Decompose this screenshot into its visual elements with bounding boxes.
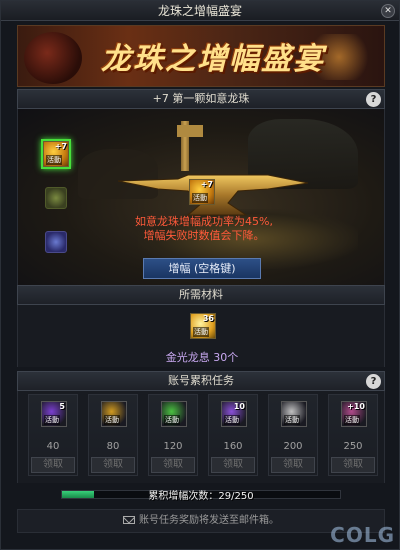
reward-badge: +10 <box>347 402 365 411</box>
materials-title: 所需材料 <box>179 288 223 301</box>
event-tag: 活動 <box>164 415 180 425</box>
task-reward-4: 10 活動 160 领取 <box>208 394 258 476</box>
task-reward-2: 活動 80 领取 <box>88 394 138 476</box>
reward-icon[interactable]: 活動 <box>281 401 307 427</box>
success-rate-text: 如意龙珠增幅成功率为45%, 增幅失败时数值会下降。 <box>119 215 289 243</box>
claim-button[interactable]: 领取 <box>31 457 75 473</box>
help-icon[interactable]: ? <box>366 92 381 107</box>
anvil-item-icon: +7 活動 <box>189 179 215 205</box>
required-count: 250 <box>343 441 363 452</box>
item-level: +7 <box>200 180 213 189</box>
event-tag: 活動 <box>192 193 208 203</box>
title-bar[interactable]: 龙珠之增幅盛宴 ✕ <box>1 1 399 21</box>
event-tag: 活動 <box>344 415 360 425</box>
claim-button[interactable]: 领取 <box>211 457 255 473</box>
event-tag: 活動 <box>104 415 120 425</box>
site-watermark: COLG <box>330 523 395 547</box>
mail-notice-text: 账号任务奖励将发送至邮件箱。 <box>139 515 279 526</box>
success-rate-line: 如意龙珠增幅成功率为45%, <box>135 215 273 228</box>
material-name: 金光龙息 30个 <box>165 351 239 364</box>
equipped-item-slot[interactable]: +7 活動 <box>41 139 71 169</box>
claim-button[interactable]: 领取 <box>91 457 135 473</box>
hammer-head <box>177 125 203 137</box>
locked-slot-icon[interactable] <box>45 187 67 209</box>
material-count-badge: 36 <box>202 314 214 323</box>
required-count: 120 <box>163 441 183 452</box>
dragon-emblem-image <box>24 32 82 84</box>
required-count: 200 <box>283 441 303 452</box>
reward-icon[interactable]: 活動 <box>161 401 187 427</box>
dragon-orb-icon: +7 活動 <box>43 141 69 167</box>
reward-badge: 5 <box>59 402 65 411</box>
progress-text: 累积增幅次数：29/250 <box>148 491 254 502</box>
event-tag: 活動 <box>224 415 240 425</box>
item-level: +7 <box>54 142 67 151</box>
event-tag: 活動 <box>46 155 62 165</box>
current-item-header: +7 第一颗如意龙珠 ? <box>17 89 385 109</box>
reward-icon[interactable]: 10 活動 <box>221 401 247 427</box>
help-icon[interactable]: ? <box>366 374 381 389</box>
required-count: 80 <box>106 441 120 452</box>
locked-slot-icon[interactable] <box>45 231 67 253</box>
account-tasks-panel: 5 活動 40 领取 活動 80 领取 活動 120 领取 10 活動 160 … <box>17 391 385 483</box>
reward-badge: 10 <box>233 402 245 411</box>
window-title: 龙珠之增幅盛宴 <box>157 4 242 18</box>
event-tag: 活動 <box>284 415 300 425</box>
enhance-button[interactable]: 增幅 (空格键) <box>143 258 261 279</box>
enhancement-event-window: 龙珠之增幅盛宴 ✕ 龙珠之增幅盛宴 +7 第一颗如意龙珠 ? +7 活動 +7 … <box>0 0 400 550</box>
mail-icon <box>123 516 135 524</box>
task-reward-3: 活動 120 领取 <box>148 394 198 476</box>
required-count: 40 <box>46 441 60 452</box>
materials-header: 所需材料 <box>17 285 385 305</box>
failure-warning-line: 增幅失败时数值会下降。 <box>143 229 265 242</box>
tasks-title: 账号累积任务 <box>168 374 234 387</box>
claim-button[interactable]: 领取 <box>271 457 315 473</box>
reward-icon[interactable]: 5 活動 <box>41 401 67 427</box>
close-button[interactable]: ✕ <box>381 4 395 18</box>
reward-icon[interactable]: 活動 <box>101 401 127 427</box>
claim-button[interactable]: 领取 <box>331 457 375 473</box>
event-tag: 活動 <box>193 327 209 337</box>
golden-breath-icon[interactable]: 36 活動 <box>190 313 216 339</box>
tasks-header: 账号累积任务 ? <box>17 371 385 391</box>
reward-icon[interactable]: +10 活動 <box>341 401 367 427</box>
task-reward-5: 活動 200 领取 <box>268 394 318 476</box>
current-item-title: +7 第一颗如意龙珠 <box>152 92 250 105</box>
materials-panel: 36 活動 金光龙息 30个 <box>17 305 385 367</box>
banner-title: 龙珠之增幅盛宴 <box>101 42 325 77</box>
claim-button[interactable]: 领取 <box>151 457 195 473</box>
event-tag: 活動 <box>44 415 60 425</box>
required-count: 160 <box>223 441 243 452</box>
task-reward-1: 5 活動 40 领取 <box>28 394 78 476</box>
task-reward-6: +10 活動 250 领取 <box>328 394 378 476</box>
event-banner: 龙珠之增幅盛宴 <box>17 25 385 87</box>
